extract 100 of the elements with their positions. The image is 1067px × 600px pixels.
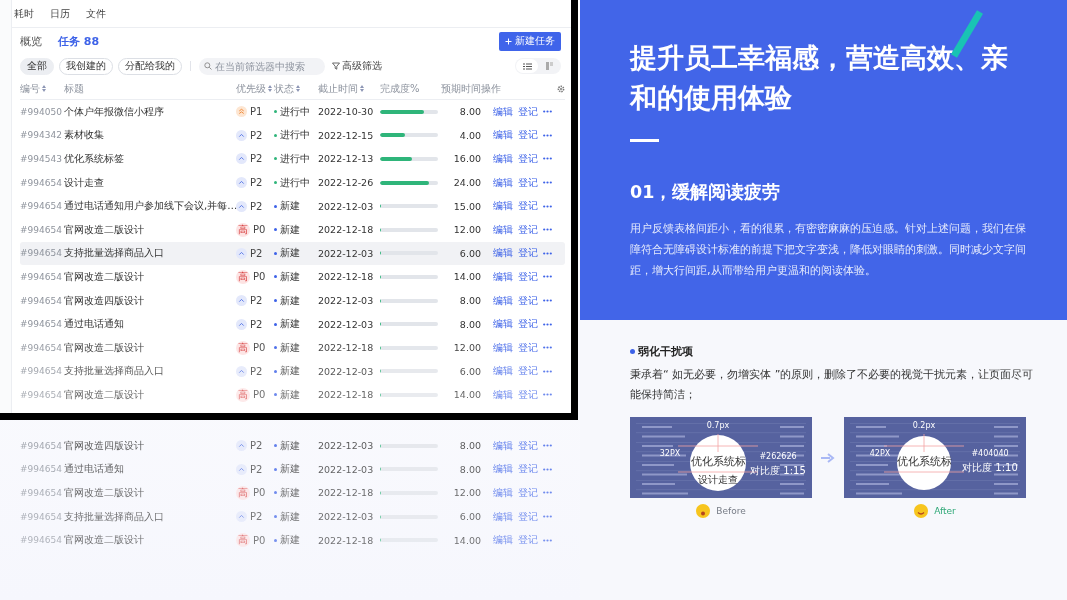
action-link[interactable]: 编辑 bbox=[493, 317, 513, 332]
table-row[interactable]: #994654 官网改造二版设计 高 P0 新建 2022-12-18 12.00 编辑 登记 bbox=[20, 217, 565, 242]
filter-chip[interactable]: 全部 bbox=[20, 57, 54, 75]
filter-chip[interactable]: 我创建的 bbox=[59, 57, 113, 75]
more-icon[interactable] bbox=[543, 491, 552, 495]
table-row[interactable]: #994654 通过电话通知 P2 新建 2022-12-03 8.00 编辑 登记 bbox=[20, 457, 574, 482]
action-link[interactable]: 编辑 bbox=[493, 152, 513, 166]
action-link[interactable]: 编辑 bbox=[493, 128, 513, 143]
table-row[interactable]: #994342 素材收集 P2 进行中 2022-12-15 4.00 编辑 登记 bbox=[20, 123, 565, 148]
estimated-hours: 8.00 bbox=[458, 106, 481, 118]
action-link[interactable]: 编辑 bbox=[493, 246, 513, 261]
action-link[interactable]: 登记 bbox=[518, 269, 538, 284]
table-row[interactable]: #994654 官网改造二版设计 高 P0 新建 2022-12-18 12.00 编辑 登记 bbox=[20, 335, 565, 360]
table-row[interactable]: #994654 支持批量选择商品入口 P2 新建 2022-12-03 6.00 编辑 登记 bbox=[20, 241, 565, 266]
more-icon[interactable] bbox=[543, 515, 552, 519]
filter-chip[interactable]: 分配给我的 bbox=[118, 57, 182, 75]
table-row[interactable]: #994654 通过电话通知用户参加线下会议,并每… P2 新建 2022-12-03 15.00 编辑 登记 bbox=[20, 194, 565, 218]
table-row[interactable]: #994654 通过电话通知 P2 新建 2022-12-03 8.00 编辑 登记 bbox=[20, 312, 565, 336]
action-link[interactable]: 登记 bbox=[518, 199, 538, 214]
more-icon[interactable] bbox=[543, 538, 552, 542]
action-link[interactable]: 登记 bbox=[518, 533, 538, 548]
column-header[interactable]: 优先级 bbox=[236, 81, 272, 96]
table-row[interactable]: #994654 官网改造二版设计 高 P0 新建 2022-12-18 12.00 编辑 登记 bbox=[20, 481, 574, 505]
action-link[interactable]: 编辑 bbox=[493, 438, 513, 453]
action-link[interactable]: 编辑 bbox=[493, 199, 513, 214]
more-icon[interactable] bbox=[543, 181, 552, 185]
action-link[interactable]: 编辑 bbox=[493, 509, 513, 524]
more-icon[interactable] bbox=[543, 346, 552, 350]
more-icon[interactable] bbox=[543, 467, 552, 471]
action-link[interactable]: 登记 bbox=[518, 340, 538, 355]
estimated-hours: 6.00 bbox=[458, 511, 481, 523]
column-header[interactable]: 操作 bbox=[481, 81, 501, 96]
column-header[interactable]: 编号 bbox=[20, 81, 46, 96]
action-link[interactable]: 登记 bbox=[518, 438, 538, 453]
table-row[interactable]: #994654 官网改造二版设计 高 P0 新建 2022-12-18 14.00 编辑 登记 bbox=[20, 265, 565, 289]
list-view-toggle[interactable] bbox=[516, 59, 538, 73]
estimated-hours: 16.00 bbox=[452, 153, 481, 165]
action-link[interactable]: 登记 bbox=[518, 222, 538, 237]
more-icon[interactable] bbox=[543, 204, 552, 208]
action-link[interactable]: 编辑 bbox=[493, 462, 513, 477]
table-row[interactable]: #994654 支持批量选择商品入口 P2 新建 2022-12-03 6.00 编辑 登记 bbox=[20, 359, 565, 384]
action-link[interactable]: 编辑 bbox=[493, 269, 513, 284]
more-icon[interactable] bbox=[543, 133, 552, 137]
action-link[interactable]: 编辑 bbox=[493, 486, 513, 500]
action-link[interactable]: 登记 bbox=[518, 486, 538, 500]
column-header[interactable]: 状态 bbox=[274, 81, 300, 96]
action-link[interactable]: 编辑 bbox=[493, 293, 513, 308]
more-icon[interactable] bbox=[543, 393, 552, 397]
nav-tab[interactable]: 耗时 bbox=[14, 6, 34, 21]
settings-icon[interactable] bbox=[557, 84, 565, 93]
more-icon[interactable] bbox=[543, 299, 552, 303]
table-row[interactable]: #994050 个体户年报微信小程序 P1 进行中 2022-10-30 8.00 编辑 登记 bbox=[20, 100, 565, 124]
more-icon[interactable] bbox=[543, 275, 552, 279]
column-header[interactable]: 预期时间 bbox=[441, 81, 481, 96]
advanced-filter-button[interactable]: 高级筛选 bbox=[330, 59, 384, 73]
action-link[interactable]: 登记 bbox=[518, 387, 538, 402]
action-link[interactable]: 编辑 bbox=[493, 533, 513, 548]
table-row[interactable]: #994654 官网改造四版设计 P2 新建 2022-12-03 8.00 编辑 登记 bbox=[20, 434, 574, 458]
column-header[interactable]: 完成度% bbox=[380, 81, 420, 96]
action-link[interactable]: 编辑 bbox=[493, 104, 513, 119]
table-row[interactable]: #994654 官网改造二版设计 高 P0 新建 2022-12-18 14.00 编辑 登记 bbox=[20, 528, 574, 552]
estimated-hours: 6.00 bbox=[458, 365, 481, 377]
task-title: 支持批量选择商品入口 bbox=[64, 509, 165, 524]
table-row[interactable]: #994654 设计走查 P2 进行中 2022-12-26 24.00 编辑 登记 bbox=[20, 170, 565, 195]
action-link[interactable]: 编辑 bbox=[493, 222, 513, 237]
action-link[interactable]: 编辑 bbox=[493, 364, 513, 379]
action-link[interactable]: 编辑 bbox=[493, 387, 513, 402]
table-row[interactable]: #994654 官网改造四版设计 P2 新建 2022-12-03 8.00 编辑 登记 bbox=[20, 288, 565, 313]
new-task-button[interactable]: 新建任务 bbox=[499, 31, 561, 51]
nav-tab[interactable]: 日历 bbox=[50, 6, 70, 21]
action-link[interactable]: 登记 bbox=[518, 104, 538, 119]
estimated-hours: 15.00 bbox=[452, 200, 481, 212]
action-link[interactable]: 登记 bbox=[518, 128, 538, 143]
table-row[interactable]: #994543 优化系统标签 P2 进行中 2022-12-13 16.00 编辑 登记 bbox=[20, 147, 565, 171]
more-icon[interactable] bbox=[543, 228, 552, 232]
more-icon[interactable] bbox=[543, 322, 552, 326]
more-icon[interactable] bbox=[543, 110, 552, 114]
more-icon[interactable] bbox=[543, 369, 552, 373]
status-dot bbox=[274, 538, 277, 542]
more-icon[interactable] bbox=[543, 251, 552, 255]
table-row[interactable]: #994654 支持批量选择商品入口 P2 新建 2022-12-03 6.00 编辑 登记 bbox=[20, 504, 574, 529]
more-icon[interactable] bbox=[543, 157, 552, 161]
action-link[interactable]: 编辑 bbox=[493, 175, 513, 190]
action-link[interactable]: 登记 bbox=[518, 293, 538, 308]
action-link[interactable]: 登记 bbox=[518, 246, 538, 261]
column-header[interactable]: 截止时间 bbox=[318, 81, 364, 96]
action-link[interactable]: 登记 bbox=[518, 509, 538, 524]
table-row[interactable]: #994654 官网改造二版设计 高 P0 新建 2022-12-18 14.00 编辑 登记 bbox=[20, 383, 565, 407]
nav-tab[interactable]: 文件 bbox=[86, 6, 106, 21]
column-header[interactable]: 标题 bbox=[64, 81, 84, 96]
action-link[interactable]: 登记 bbox=[518, 175, 538, 190]
search-field[interactable]: 在当前筛选器中搜索 bbox=[199, 57, 325, 75]
view-tab[interactable]: 任务 88 bbox=[58, 33, 100, 49]
action-link[interactable]: 登记 bbox=[518, 152, 538, 166]
action-link[interactable]: 登记 bbox=[518, 364, 538, 379]
action-link[interactable]: 登记 bbox=[518, 462, 538, 477]
action-link[interactable]: 编辑 bbox=[493, 340, 513, 355]
view-tab[interactable]: 概览 bbox=[20, 33, 42, 49]
more-icon[interactable] bbox=[543, 444, 552, 448]
action-link[interactable]: 登记 bbox=[518, 317, 538, 332]
